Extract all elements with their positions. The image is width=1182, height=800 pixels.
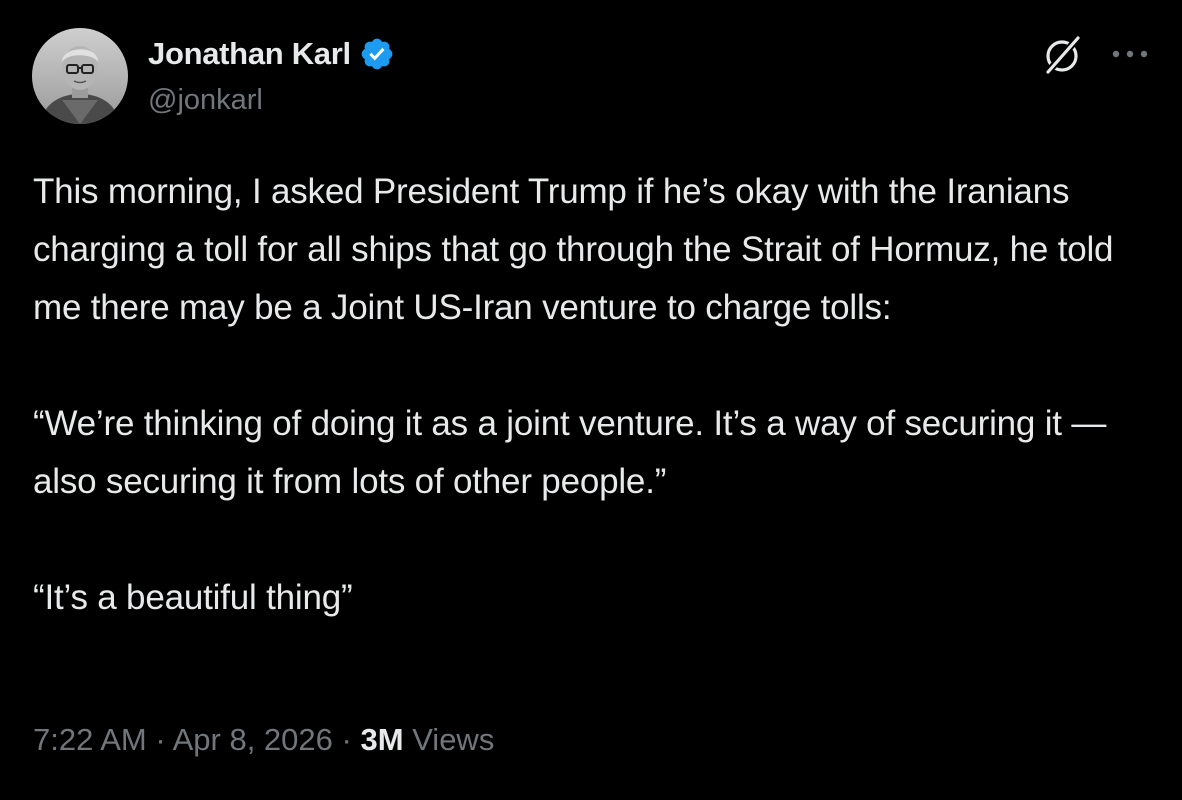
views-count[interactable]: 3M bbox=[360, 722, 403, 757]
tweet-card: Jonathan Karl @jonkarl This morning, I a… bbox=[0, 0, 1182, 800]
author-display-name[interactable]: Jonathan Karl bbox=[148, 36, 351, 72]
avatar[interactable] bbox=[32, 28, 128, 124]
tweet-paragraph: “It’s a beautiful thing” bbox=[33, 578, 353, 617]
tweet-time[interactable]: 7:22 AM bbox=[33, 722, 147, 757]
views-label: Views bbox=[412, 722, 495, 757]
tweet-paragraph: “We’re thinking of doing it as a joint v… bbox=[33, 404, 1116, 501]
verified-badge-icon bbox=[359, 36, 395, 72]
more-options-icon[interactable] bbox=[1108, 36, 1152, 72]
tweet-metadata: 7:22 AM · Apr 8, 2026 · 3M Views bbox=[33, 722, 494, 758]
grok-icon[interactable] bbox=[1038, 32, 1086, 80]
meta-separator: · bbox=[155, 722, 166, 757]
author-handle[interactable]: @jonkarl bbox=[148, 84, 263, 117]
profile-photo bbox=[32, 28, 128, 124]
tweet-date[interactable]: Apr 8, 2026 bbox=[173, 722, 333, 757]
tweet-paragraph: This morning, I asked President Trump if… bbox=[33, 172, 1123, 327]
meta-separator: · bbox=[341, 722, 352, 757]
tweet-text: This morning, I asked President Trump if… bbox=[33, 163, 1163, 627]
author-name-row: Jonathan Karl bbox=[148, 34, 395, 74]
